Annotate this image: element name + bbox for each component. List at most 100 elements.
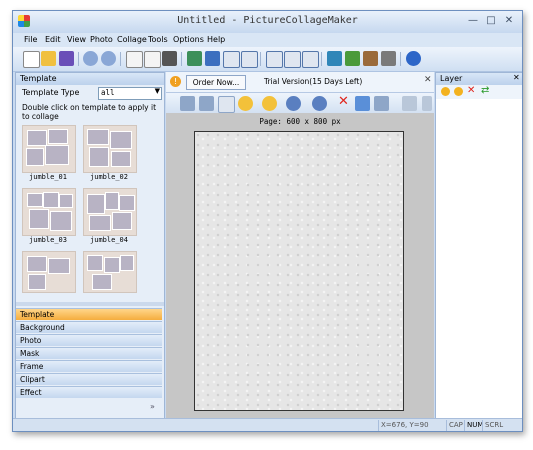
nav-tab-effect[interactable]: Effect (16, 386, 162, 398)
template-label: jumble_03 (29, 236, 67, 244)
export-icon[interactable] (327, 51, 342, 66)
toolbar-separator (321, 52, 322, 66)
template-type-select[interactable]: all ▼ (98, 87, 162, 100)
delete-icon[interactable]: ✕ (338, 94, 349, 109)
toolbar-separator (181, 52, 182, 66)
new-file-icon[interactable] (23, 51, 40, 68)
select-icon[interactable] (180, 96, 195, 111)
save-icon[interactable] (59, 51, 74, 66)
add-text-icon[interactable] (223, 51, 240, 68)
template-thumb-jumble-03[interactable] (22, 188, 76, 236)
nav-tab-photo[interactable]: Photo (16, 334, 162, 346)
scroll-indicator: SCRL (482, 420, 505, 431)
bring-forward-icon[interactable] (238, 96, 253, 111)
wallpaper-icon[interactable] (345, 51, 360, 66)
menu-tools[interactable]: Tools (148, 35, 168, 44)
template-thumb-jumble-05[interactable] (22, 251, 76, 293)
menu-options[interactable]: Options (173, 35, 204, 44)
layer-down-icon[interactable] (454, 87, 463, 96)
screensaver-icon[interactable] (381, 51, 396, 66)
app-window: Untitled - PictureCollageMaker — □ ✕ Fil… (12, 10, 523, 432)
layer-toolbar: ✕ ⇄ (436, 85, 522, 99)
toolbar-separator (260, 52, 261, 66)
help-icon[interactable] (406, 51, 421, 66)
cursor-coords: X=676, Y=90 (378, 420, 447, 431)
zoom-icon[interactable] (199, 96, 214, 111)
info-icon: ! (170, 76, 181, 87)
chevron-down-icon[interactable]: ▼ (155, 87, 160, 95)
template-label: jumble_04 (90, 236, 128, 244)
template-label: jumble_02 (90, 173, 128, 181)
crop-icon[interactable] (218, 96, 235, 113)
expand-more-icon[interactable]: » (150, 402, 155, 411)
template-label: jumble_01 (29, 173, 67, 181)
copy-icon[interactable] (126, 51, 143, 68)
undo-icon[interactable] (83, 51, 98, 66)
canvas-area: Page: 600 x 800 px (166, 113, 434, 419)
add-shape-icon[interactable] (241, 51, 258, 68)
window-title: Untitled - PictureCollageMaker (177, 15, 358, 26)
layout-icon[interactable] (284, 51, 301, 68)
nav-tab-mask[interactable]: Mask (16, 347, 162, 359)
nav-tab-frame[interactable]: Frame (16, 360, 162, 372)
nav-tab-background[interactable]: Background (16, 321, 162, 333)
rotate-left-icon[interactable] (286, 96, 301, 111)
properties-icon[interactable] (355, 96, 370, 111)
page-size-label: Page: 600 x 800 px (259, 117, 341, 126)
minimize-icon[interactable]: — (465, 14, 481, 28)
menu-edit[interactable]: Edit (45, 35, 61, 44)
add-frame-icon[interactable] (205, 51, 220, 66)
close-icon[interactable]: ✕ (501, 14, 517, 28)
template-panel: Template Template Type all ▼ Double clic… (15, 72, 165, 430)
panel-splitter[interactable] (16, 302, 164, 306)
toolbar-separator (120, 52, 121, 66)
template-thumb-jumble-02[interactable] (83, 125, 137, 173)
close-layer-panel-icon[interactable]: ✕ (513, 73, 520, 82)
layer-up-icon[interactable] (441, 87, 450, 96)
send-backward-icon[interactable] (262, 96, 277, 111)
toolbar-separator (78, 52, 79, 66)
title-bar: Untitled - PictureCollageMaker — □ ✕ (13, 11, 522, 33)
fit-page-icon[interactable] (302, 51, 319, 68)
template-thumb-jumble-06[interactable] (83, 251, 137, 293)
menu-file[interactable]: File (24, 35, 37, 44)
rotate-right-icon[interactable] (312, 96, 327, 111)
template-thumb-jumble-04[interactable] (83, 188, 137, 236)
menu-collage[interactable]: Collage (117, 35, 147, 44)
panel-header: Template (16, 73, 164, 85)
menu-help[interactable]: Help (207, 35, 225, 44)
menu-bar: File Edit View Photo Collage Tools Optio… (13, 33, 522, 47)
template-type-label: Template Type (22, 88, 80, 97)
email-icon[interactable] (363, 51, 378, 66)
open-folder-icon[interactable] (41, 51, 56, 66)
close-infobar-icon[interactable]: ✕ (424, 75, 432, 85)
maximize-icon[interactable]: □ (483, 14, 499, 28)
menu-view[interactable]: View (67, 35, 86, 44)
fit-window-icon[interactable] (402, 96, 417, 111)
add-photo-icon[interactable] (187, 51, 202, 66)
paste-icon[interactable] (144, 51, 161, 68)
nav-tab-clipart[interactable]: Clipart (16, 373, 162, 385)
collage-page[interactable] (194, 131, 404, 411)
align-icon[interactable] (374, 96, 389, 111)
menu-photo[interactable]: Photo (90, 35, 113, 44)
trial-info-bar: ! Order Now... Trial Version(15 Days Lef… (166, 72, 434, 93)
edit-toolbar: ✕ (166, 93, 434, 113)
page-setup-icon[interactable] (266, 51, 283, 68)
nav-tab-template[interactable]: Template (16, 308, 162, 320)
caps-indicator: CAP (446, 420, 465, 431)
toolbar-separator (400, 52, 401, 66)
trial-text: Trial Version(15 Days Left) (264, 77, 363, 86)
template-type-value: all (101, 88, 115, 97)
layer-panel-header: Layer (436, 73, 522, 85)
layer-panel: Layer ✕ ✕ ⇄ (435, 72, 522, 430)
print-icon[interactable] (162, 51, 177, 66)
layer-refresh-icon[interactable]: ⇄ (481, 85, 489, 96)
template-hint: Double click on template to apply it to … (22, 103, 157, 121)
order-now-button[interactable]: Order Now... (186, 75, 246, 90)
more-tools-icon[interactable] (422, 96, 432, 111)
layer-delete-icon[interactable]: ✕ (467, 85, 475, 96)
redo-icon[interactable] (101, 51, 116, 66)
main-toolbar (13, 47, 522, 72)
template-thumb-jumble-01[interactable] (22, 125, 76, 173)
